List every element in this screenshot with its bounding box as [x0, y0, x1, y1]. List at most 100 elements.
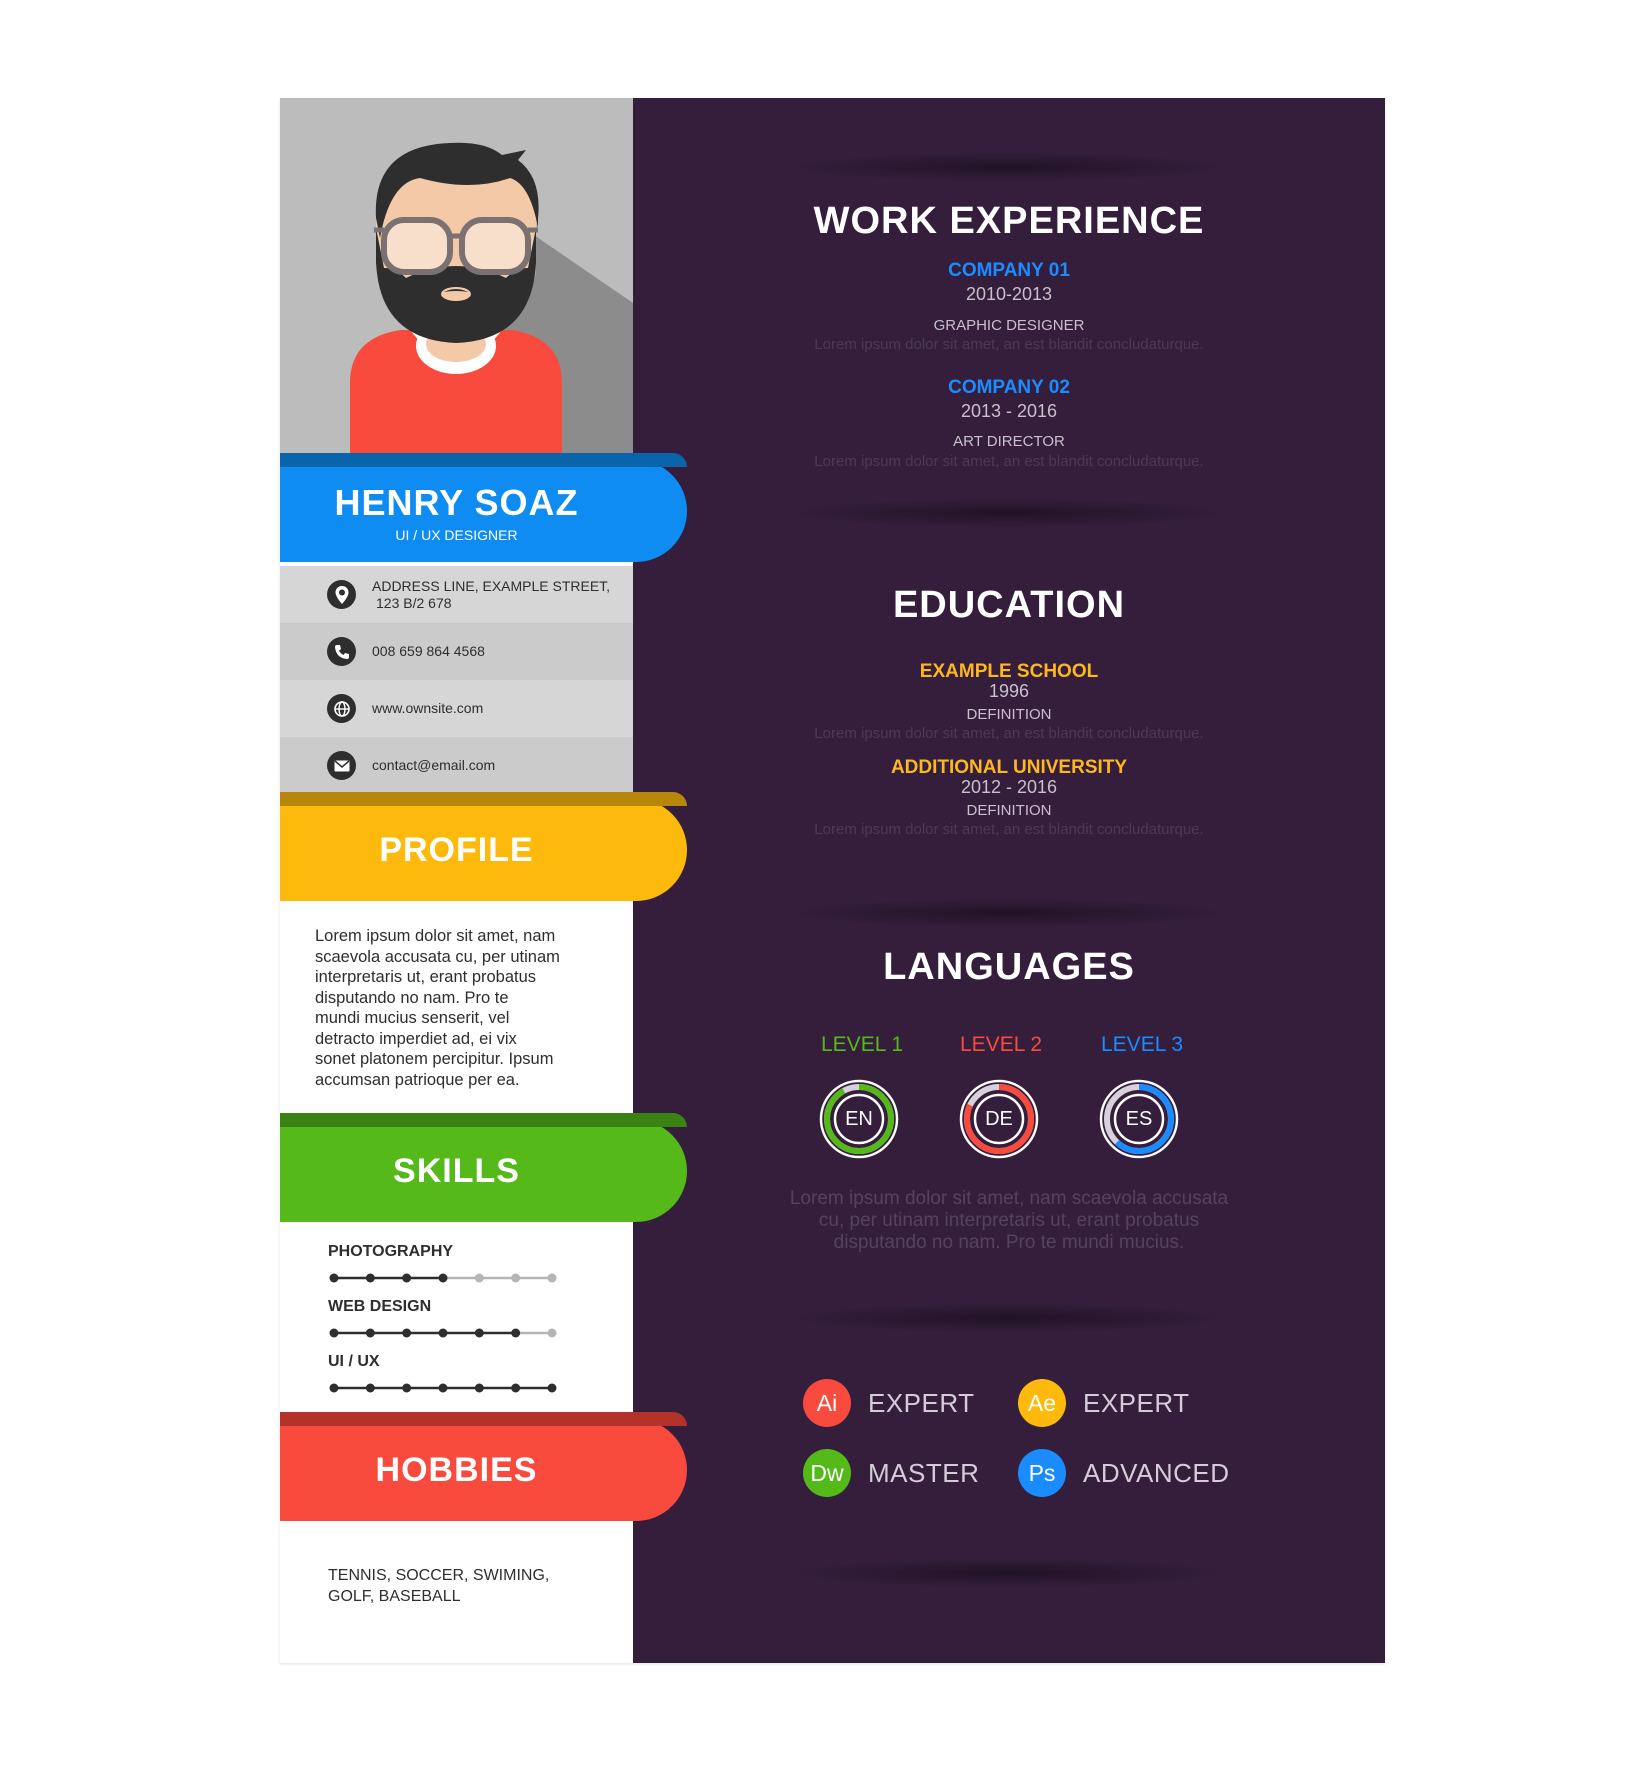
- skill-label: UI / UX: [328, 1353, 380, 1370]
- contact-address: ADDRESS LINE, EXAMPLE STREET, 123 B/2 67…: [280, 566, 633, 623]
- tool-skill: Ps ADVANCED: [1018, 1449, 1230, 1497]
- skill-bar: [329, 1328, 557, 1338]
- languages-description-line: cu, per utinam interpretaris ut, erant p…: [818, 1210, 1200, 1231]
- skill-dot: [474, 1273, 484, 1283]
- section-shadow: [783, 152, 1233, 182]
- contact-phone: 008 659 864 4568: [280, 623, 633, 680]
- work-role: GRAPHIC DESIGNER: [933, 317, 1085, 334]
- language-badge: DE: [959, 1079, 1039, 1159]
- work-years: 2013 - 2016: [960, 401, 1058, 421]
- profile-line: mundi mucius senserit, vel: [315, 1009, 510, 1027]
- globe-icon: [327, 694, 356, 723]
- skill-dot: [402, 1328, 412, 1338]
- skill-label: WEB DESIGN: [328, 1298, 432, 1315]
- skill-dot: [547, 1328, 557, 1338]
- education-school: EXAMPLE SCHOOL: [919, 661, 1099, 682]
- section-shadow: [783, 898, 1233, 928]
- education-definition: DEFINITION: [966, 706, 1052, 723]
- profile-line: interpretaris ut, erant probatus: [315, 968, 537, 986]
- education-definition: DEFINITION: [966, 802, 1052, 819]
- work-description: Lorem ipsum dolor sit amet, an est bland…: [814, 453, 1204, 470]
- language-badge: ES: [1099, 1079, 1179, 1159]
- phone-text: 008 659 864 4568: [372, 643, 485, 659]
- skill-dot: [365, 1383, 375, 1393]
- skill-dot: [365, 1273, 375, 1283]
- hobbies-text: TENNIS, SOCCER, SWIMING, GOLF, BASEBALL: [328, 1565, 618, 1607]
- work-years: 2010-2013: [965, 284, 1053, 304]
- profile-line: disputando no nam. Pro te: [315, 988, 509, 1007]
- profile-line: accumsan patrioque per ea.: [315, 1070, 520, 1089]
- tool-skill: Ae EXPERT: [1018, 1379, 1190, 1427]
- languages-description-line: disputando no nam. Pro te mundi mucius.: [833, 1232, 1185, 1253]
- section-shadow: [783, 1303, 1233, 1333]
- skill-dot: [402, 1383, 412, 1393]
- skill-dot: [511, 1383, 521, 1393]
- website-text[interactable]: www.ownsite.com: [372, 700, 483, 717]
- skill-dot: [329, 1273, 339, 1283]
- skill-dot: [329, 1328, 339, 1338]
- work-company: COMPANY 01: [948, 260, 1070, 281]
- tool-level: ADVANCED: [1083, 1457, 1230, 1488]
- tool-level: EXPERT: [868, 1387, 975, 1418]
- email-text[interactable]: contact@email.com: [372, 757, 495, 774]
- profile-line: sonet platonem percipitur. Ipsum: [315, 1050, 554, 1068]
- skill-dot: [365, 1328, 375, 1338]
- section-shadow: [783, 1558, 1233, 1588]
- dreamweaver-icon: Dw: [803, 1449, 851, 1497]
- languages-description: Lorem ipsum dolor sit amet, nam scaevola…: [633, 1188, 1385, 1254]
- contact-website: www.ownsite.com: [280, 680, 633, 737]
- language-badge: EN: [819, 1079, 899, 1159]
- skill-dot: [402, 1273, 412, 1283]
- avatar-illustration: [350, 142, 633, 460]
- skill-dot: [474, 1383, 484, 1393]
- skill-dot: [511, 1328, 521, 1338]
- skill-bar: [329, 1383, 557, 1393]
- skill-dot: [329, 1383, 339, 1393]
- hobbies-line: TENNIS, SOCCER, SWIMING,: [328, 1567, 550, 1584]
- envelope-icon: [327, 751, 356, 780]
- education-heading: EDUCATION: [892, 584, 1126, 626]
- skill-dot: [511, 1273, 521, 1283]
- language-level-label: LEVEL 2: [960, 1033, 1043, 1056]
- left-column: HENRY SOAZ UI / UX DESIGNER ADDRESS LINE…: [280, 98, 687, 1663]
- person-name: HENRY SOAZ: [334, 482, 579, 523]
- after-effects-icon: Ae: [1018, 1379, 1066, 1427]
- work-role: ART DIRECTOR: [953, 433, 1065, 450]
- skill-dot: [438, 1273, 448, 1283]
- location-pin-icon: [327, 580, 356, 609]
- language-level-label: LEVEL 3: [1101, 1033, 1184, 1056]
- skill-dot: [547, 1383, 557, 1393]
- work-heading: WORK EXPERIENCE: [813, 200, 1205, 242]
- skills-heading: SKILLS: [393, 1152, 520, 1190]
- skills-banner: SKILLS: [280, 1113, 687, 1222]
- address-line-1: ADDRESS LINE, EXAMPLE STREET,: [372, 577, 611, 594]
- hobbies-heading: HOBBIES: [375, 1451, 538, 1489]
- name-banner: HENRY SOAZ UI / UX DESIGNER: [280, 453, 687, 562]
- education-description: Lorem ipsum dolor sit amet, an est bland…: [814, 725, 1204, 742]
- skill-dot: [438, 1328, 448, 1338]
- work-company: COMPANY 02: [948, 377, 1070, 398]
- avatar: [280, 98, 633, 460]
- education-years: 2012 - 2016: [960, 777, 1058, 797]
- skill-dot: [474, 1328, 484, 1338]
- profile-banner: PROFILE: [280, 792, 687, 901]
- photoshop-icon: Ps: [1018, 1449, 1066, 1497]
- tool-level: EXPERT: [1083, 1387, 1190, 1418]
- skill-dot: [438, 1383, 448, 1393]
- hobbies-line: GOLF, BASEBALL: [328, 1588, 461, 1605]
- profile-line: detracto imperdiet ad, ei vix: [315, 1029, 517, 1048]
- hobbies-banner: HOBBIES: [280, 1412, 687, 1521]
- skill-bar: [329, 1273, 557, 1283]
- right-column: WORK EXPERIENCE COMPANY 01 2010-2013 GRA…: [633, 98, 1385, 1663]
- language-code: DE: [985, 1108, 1013, 1130]
- profile-line: scaevola accusata cu, per utinam: [315, 947, 560, 966]
- skill-label: PHOTOGRAPHY: [328, 1243, 454, 1260]
- tool-skill: Ai EXPERT: [803, 1379, 975, 1427]
- contact-email: contact@email.com: [280, 737, 633, 794]
- tool-skill: Dw MASTER: [803, 1449, 979, 1497]
- resume-page: HENRY SOAZ UI / UX DESIGNER ADDRESS LINE…: [280, 98, 1385, 1663]
- languages-heading: LANGUAGES: [883, 946, 1135, 988]
- address-line-2: 123 B/2 678: [376, 594, 452, 611]
- skill-dot: [547, 1273, 557, 1283]
- section-shadow: [783, 498, 1233, 528]
